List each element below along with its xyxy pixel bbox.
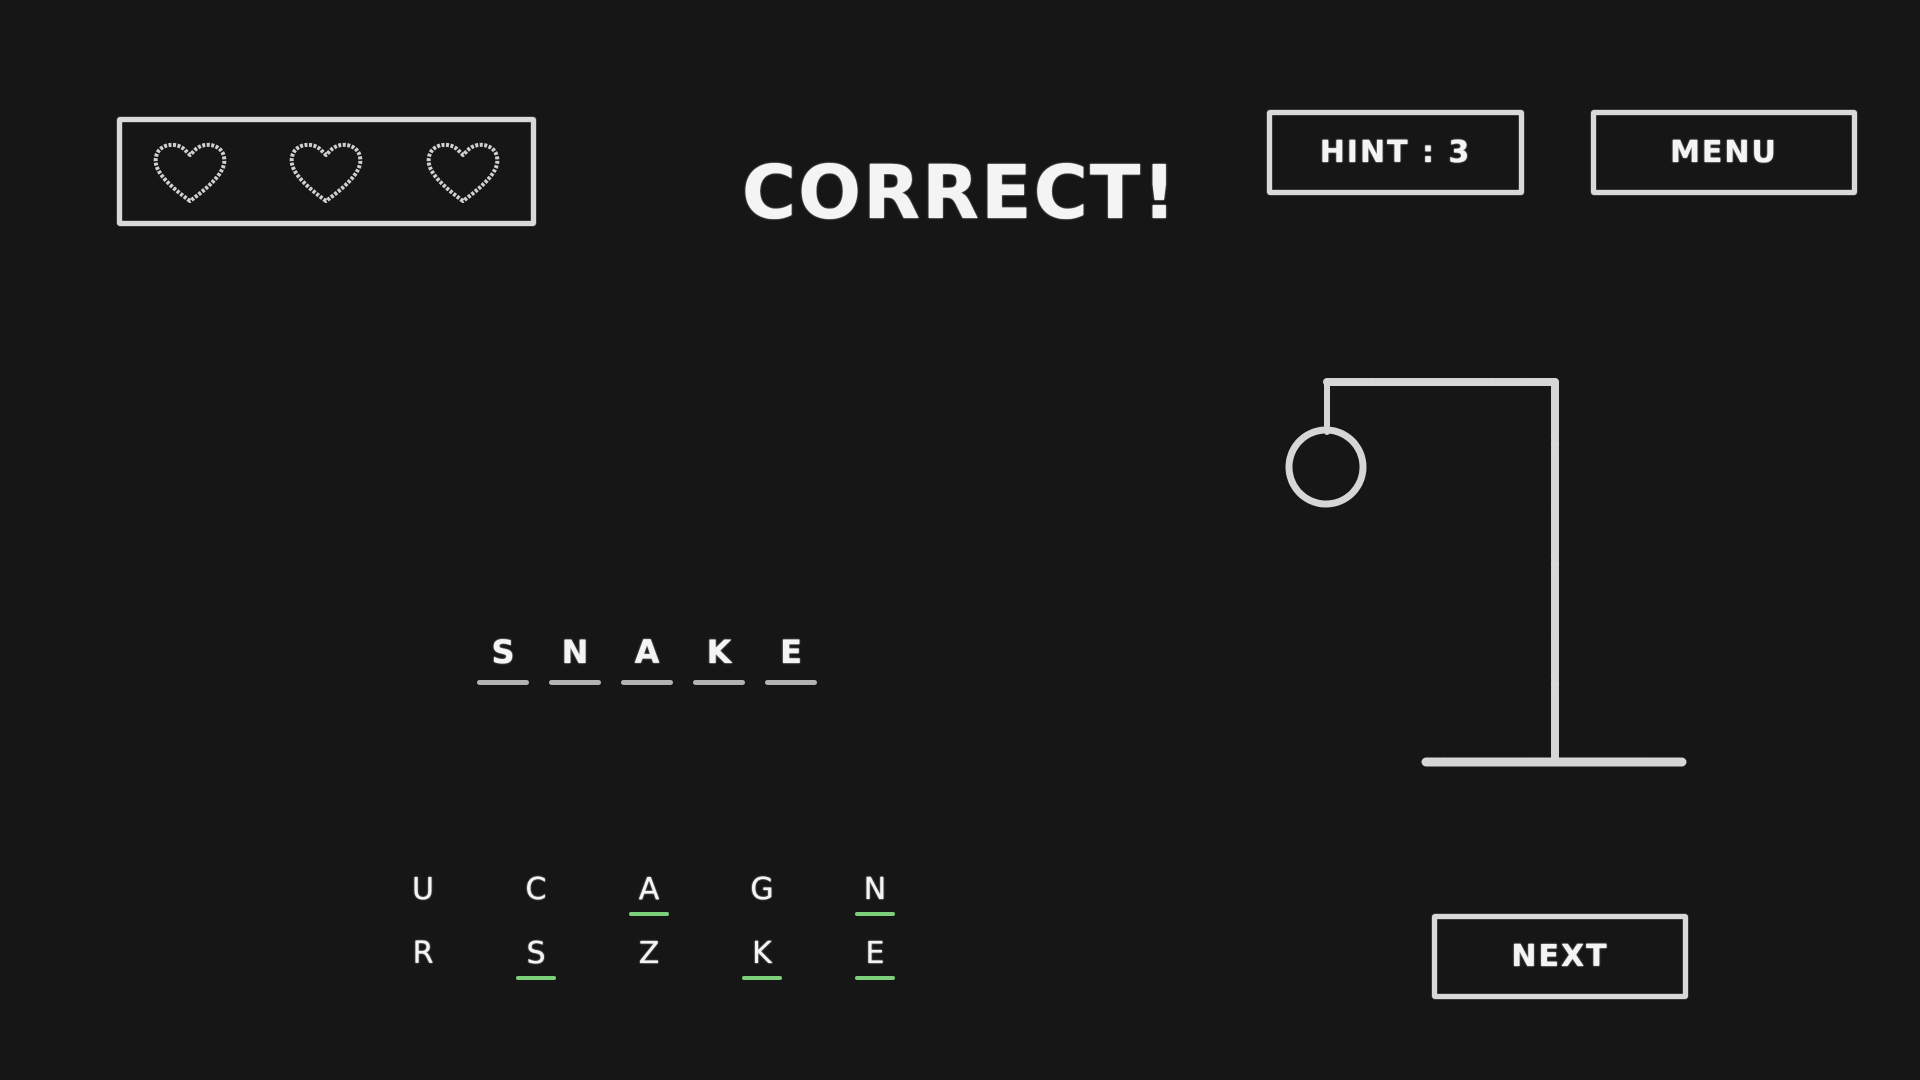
word-letter: E <box>780 633 802 671</box>
heart-icon <box>150 137 230 207</box>
letter-key-label: E <box>865 936 885 971</box>
next-button-label: NEXT <box>1511 939 1609 974</box>
letter-key[interactable]: N <box>847 870 903 916</box>
letter-key-label: N <box>863 872 887 907</box>
correct-underline <box>855 912 895 916</box>
letter-key-label: R <box>412 936 434 971</box>
slot-underline <box>477 680 529 685</box>
letter-key-label: C <box>525 872 547 907</box>
correct-underline <box>516 912 556 916</box>
letter-keyboard: U C A G N R S Z K E <box>395 870 903 980</box>
word-slot: K <box>693 630 745 685</box>
slot-underline <box>549 680 601 685</box>
letter-key[interactable]: E <box>847 934 903 980</box>
slot-underline <box>621 680 673 685</box>
letter-key[interactable]: G <box>734 870 790 916</box>
word-letter: A <box>634 633 660 671</box>
correct-underline <box>629 912 669 916</box>
word-slot: N <box>549 630 601 685</box>
correct-underline <box>516 976 556 980</box>
correct-underline <box>742 912 782 916</box>
letter-key-label: K <box>752 936 772 971</box>
correct-underline <box>629 976 669 980</box>
word-slot: E <box>765 630 817 685</box>
letter-key[interactable]: C <box>508 870 564 916</box>
letter-key[interactable]: A <box>621 870 677 916</box>
letter-key-label: Z <box>638 936 660 971</box>
letter-key-label: S <box>526 936 546 971</box>
word-display: S N A K E <box>477 630 817 685</box>
letter-key[interactable]: U <box>395 870 451 916</box>
hangman-head <box>1285 426 1367 508</box>
correct-underline <box>855 976 895 980</box>
correct-underline <box>403 912 443 916</box>
letter-key[interactable]: R <box>395 934 451 980</box>
heart-icon <box>423 137 503 207</box>
next-button[interactable]: NEXT <box>1432 914 1688 999</box>
letter-key-label: U <box>412 872 434 907</box>
hint-button-label: HINT : 3 <box>1319 135 1472 170</box>
letter-key-label: G <box>750 872 774 907</box>
letter-key[interactable]: S <box>508 934 564 980</box>
correct-underline <box>403 976 443 980</box>
word-letter: K <box>706 633 732 671</box>
result-title: CORRECT! <box>741 150 1179 236</box>
slot-underline <box>693 680 745 685</box>
menu-button-label: MENU <box>1670 135 1778 170</box>
heart-icon <box>286 137 366 207</box>
letter-key[interactable]: Z <box>621 934 677 980</box>
hangman-drawing <box>1285 378 1687 767</box>
word-letter: S <box>491 633 515 671</box>
word-slot: A <box>621 630 673 685</box>
menu-button[interactable]: MENU <box>1591 110 1857 195</box>
lives-panel <box>117 117 536 226</box>
slot-underline <box>765 680 817 685</box>
word-slot: S <box>477 630 529 685</box>
letter-key[interactable]: K <box>734 934 790 980</box>
correct-underline <box>742 976 782 980</box>
hint-button[interactable]: HINT : 3 <box>1267 110 1524 195</box>
letter-key-label: A <box>638 872 660 907</box>
word-letter: N <box>561 633 589 671</box>
